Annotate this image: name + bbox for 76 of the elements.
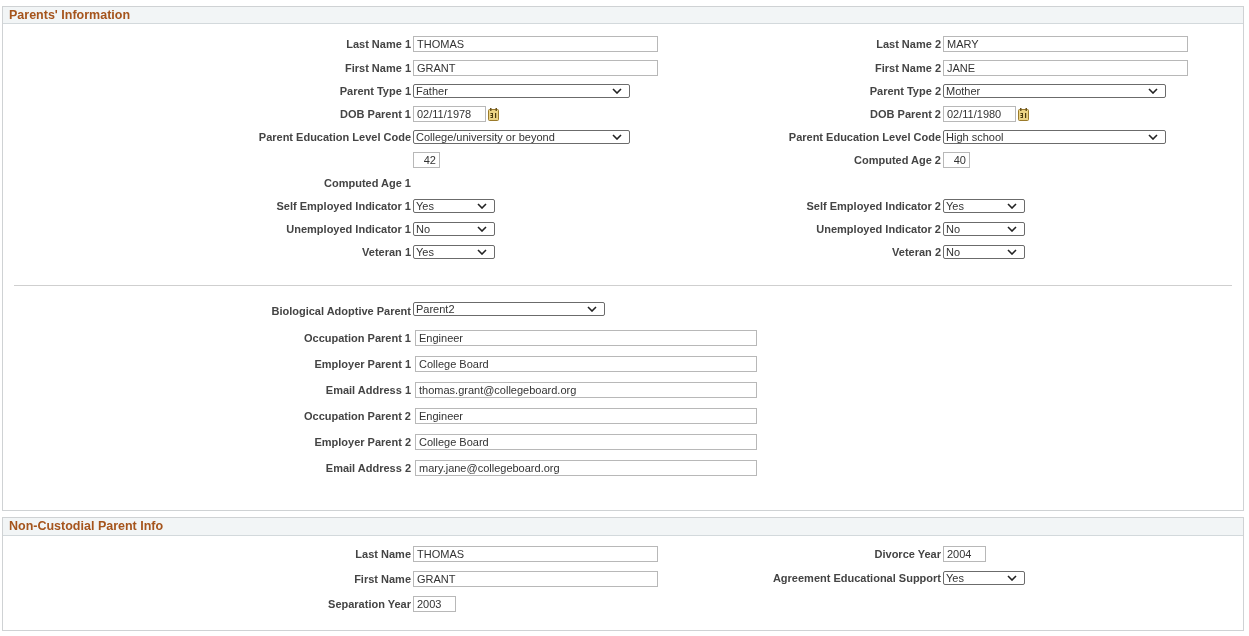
- text-field[interactable]: THOMAS: [413, 546, 658, 562]
- dropdown[interactable]: No: [413, 222, 495, 236]
- section-title: Parents' Information: [9, 7, 131, 23]
- text-field[interactable]: JANE: [943, 60, 1188, 76]
- field-label: Occupation Parent 2: [304, 409, 411, 423]
- field-label: Agreement Educational Support: [772, 571, 941, 585]
- text-field[interactable]: mary.jane@collegeboard.org: [415, 460, 757, 476]
- calendar-icon[interactable]: [488, 107, 499, 121]
- field-label: Computed Age 2: [854, 153, 941, 167]
- chevron-down-icon: [477, 203, 487, 209]
- chevron-down-icon: [477, 249, 487, 255]
- section-title: Non-Custodial Parent Info: [9, 519, 164, 534]
- field-label: Computed Age 1: [324, 176, 411, 190]
- calendar-icon[interactable]: [1018, 107, 1029, 121]
- chevron-down-icon: [1148, 134, 1158, 140]
- text-field[interactable]: GRANT: [413, 571, 658, 587]
- dropdown[interactable]: Yes: [413, 199, 495, 213]
- chevron-down-icon: [1007, 575, 1017, 581]
- dropdown[interactable]: No: [943, 222, 1025, 236]
- dropdown[interactable]: High school: [943, 130, 1166, 144]
- chevron-down-icon: [1007, 249, 1017, 255]
- chevron-down-icon: [612, 88, 622, 94]
- text-field[interactable]: Engineer: [415, 408, 757, 424]
- text-field[interactable]: thomas.grant@collegeboard.org: [415, 382, 757, 398]
- dropdown[interactable]: Yes: [413, 245, 495, 259]
- chevron-down-icon: [612, 134, 622, 140]
- year-field[interactable]: 2004: [943, 546, 986, 562]
- field-label: Email Address 1: [325, 383, 411, 397]
- chevron-down-icon: [1007, 203, 1017, 209]
- dropdown[interactable]: No: [943, 245, 1025, 259]
- number-field[interactable]: 42: [413, 152, 440, 168]
- field-label: Self Employed Indicator 1: [276, 199, 411, 213]
- field-label: Parent Education Level Code: [258, 130, 411, 144]
- date-field[interactable]: 02/11/1978: [413, 106, 486, 122]
- text-field[interactable]: Engineer: [415, 330, 757, 346]
- field-label: First Name 2: [874, 61, 941, 75]
- text-field[interactable]: THOMAS: [413, 36, 658, 52]
- field-label: Employer Parent 1: [314, 357, 411, 371]
- chevron-down-icon: [477, 226, 487, 232]
- field-label: Parent Education Level Code: [788, 130, 941, 144]
- field-label: Veteran 2: [892, 245, 941, 259]
- dropdown[interactable]: Yes: [943, 199, 1025, 213]
- dropdown[interactable]: College/university or beyond: [413, 130, 630, 144]
- field-label: Last Name 2: [876, 37, 941, 51]
- field-label: Last Name: [355, 547, 411, 561]
- dropdown[interactable]: Mother: [943, 84, 1166, 98]
- field-label: DOB Parent 2: [870, 107, 941, 121]
- date-field[interactable]: 02/11/1980: [943, 106, 1016, 122]
- field-label: First Name: [354, 572, 411, 586]
- text-field[interactable]: GRANT: [413, 60, 658, 76]
- field-label: Email Address 2: [325, 461, 411, 475]
- text-field[interactable]: College Board: [415, 356, 757, 372]
- dropdown[interactable]: Yes: [943, 571, 1025, 585]
- field-label: Unemployed Indicator 1: [286, 222, 411, 236]
- field-label: First Name 1: [344, 61, 411, 75]
- chevron-down-icon: [1148, 88, 1158, 94]
- field-label: Divorce Year: [874, 547, 941, 561]
- field-label: Veteran 1: [362, 245, 411, 259]
- number-field[interactable]: 40: [943, 152, 970, 168]
- text-field[interactable]: MARY: [943, 36, 1188, 52]
- dropdown[interactable]: Father: [413, 84, 630, 98]
- field-label: Occupation Parent 1: [304, 331, 411, 345]
- dropdown[interactable]: Parent2: [413, 302, 605, 316]
- chevron-down-icon: [1007, 226, 1017, 232]
- field-label: DOB Parent 1: [340, 107, 411, 121]
- year-field[interactable]: 2003: [413, 596, 456, 612]
- field-label: Biological Adoptive Parent: [271, 304, 411, 318]
- field-label: Parent Type 1: [339, 84, 411, 98]
- field-label: Unemployed Indicator 2: [816, 222, 941, 236]
- field-label: Employer Parent 2: [314, 435, 411, 449]
- field-label: Separation Year: [328, 597, 411, 611]
- chevron-down-icon: [587, 306, 597, 312]
- text-field[interactable]: College Board: [415, 434, 757, 450]
- field-label: Self Employed Indicator 2: [806, 199, 941, 213]
- field-label: Parent Type 2: [869, 84, 941, 98]
- field-label: Last Name 1: [346, 37, 411, 51]
